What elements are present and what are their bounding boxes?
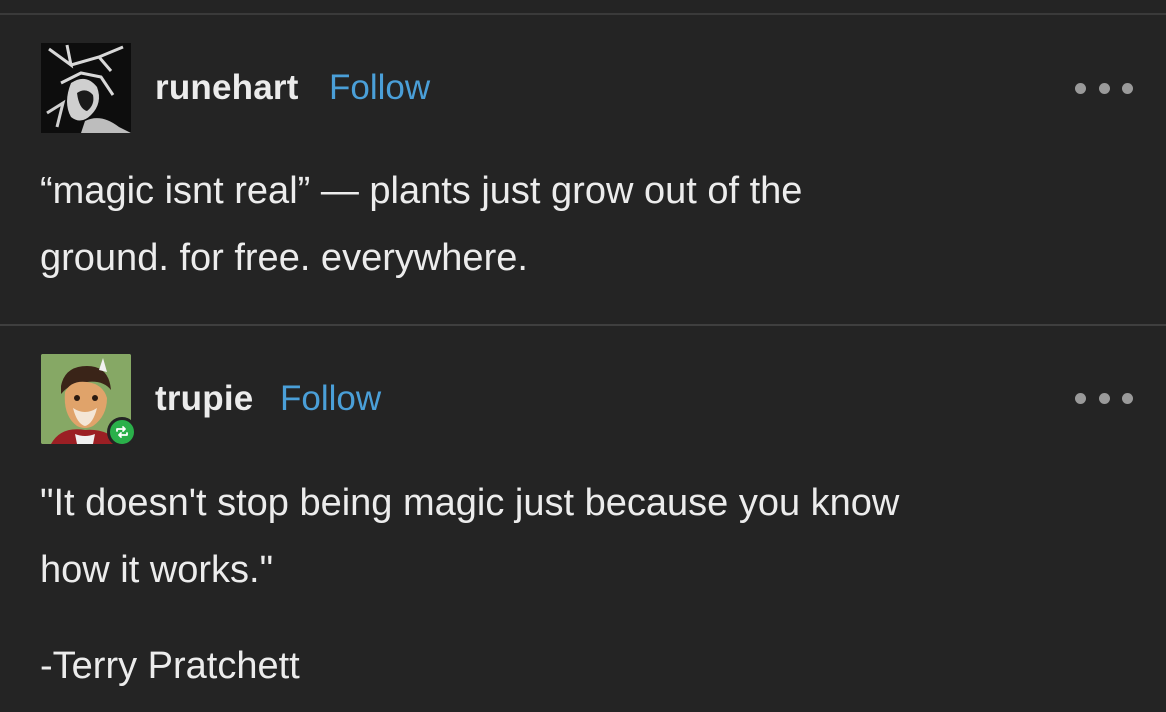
- more-options-icon[interactable]: [1075, 386, 1133, 410]
- dot: [1075, 82, 1086, 94]
- post-body-text: "It doesn't stop being magic just becaus…: [40, 482, 900, 591]
- username[interactable]: runehart: [155, 68, 299, 108]
- runehart-avatar[interactable]: [41, 43, 131, 133]
- follow-button[interactable]: Follow: [280, 379, 381, 419]
- post-divider: [0, 324, 1166, 326]
- post-trupie: trupie Follow "It doesn't stop being mag…: [0, 327, 1166, 712]
- reblog-icon: [107, 417, 137, 447]
- dot: [1122, 392, 1133, 404]
- dot: [1075, 392, 1086, 404]
- dot: [1098, 82, 1110, 94]
- follow-button[interactable]: Follow: [329, 68, 430, 108]
- quote-attribution: -Terry Pratchett: [40, 645, 300, 687]
- reblog-arrows: [116, 426, 128, 438]
- more-options-icon[interactable]: [1075, 76, 1133, 100]
- dot: [1098, 392, 1110, 404]
- post-runehart: runehart Follow “magic isnt real” — plan…: [0, 15, 1166, 325]
- dot: [1122, 82, 1133, 94]
- username[interactable]: trupie: [155, 379, 253, 419]
- post-body-text: “magic isnt real” — plants just grow out…: [40, 170, 803, 279]
- avatar-illustration: [41, 43, 131, 133]
